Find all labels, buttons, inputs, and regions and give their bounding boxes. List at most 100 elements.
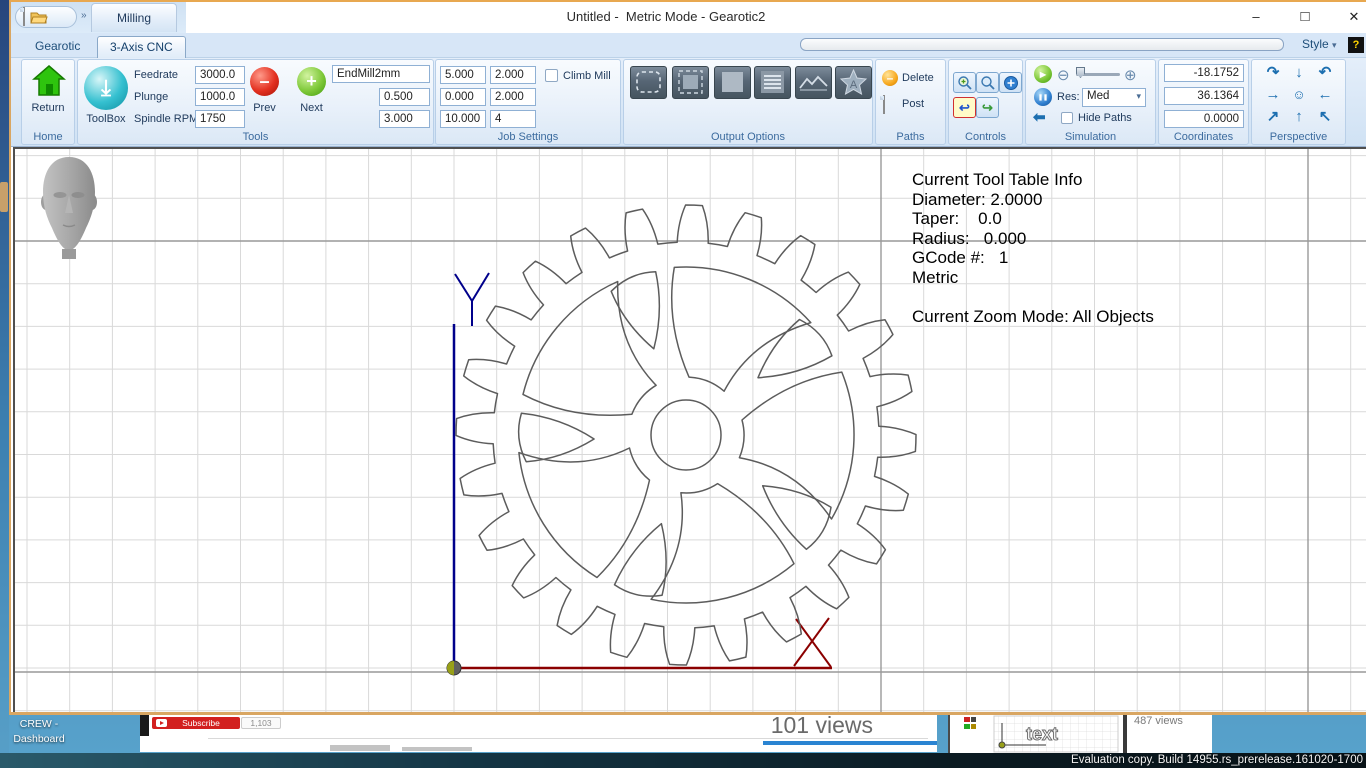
- hide-paths-checkbox[interactable]: [1061, 112, 1073, 124]
- toolbox-label: ToolBox: [78, 113, 134, 125]
- panel-paths: – Delete Post Paths: [875, 59, 946, 145]
- output-solid-region-button[interactable]: [714, 66, 751, 99]
- evaluation-watermark: Evaluation copy. Build 14955.rs_prerelea…: [1071, 753, 1363, 768]
- subscribe-button[interactable]: Subscribe: [152, 717, 240, 729]
- zoom-window-button[interactable]: [976, 72, 999, 93]
- panel-job-settings: Climb Mill Job Settings: [435, 59, 621, 145]
- document-icon: [883, 95, 885, 114]
- desktop-icon-glimpse: [0, 182, 8, 212]
- text-glimpse: [402, 747, 472, 751]
- coordinate-z-field[interactable]: [1164, 110, 1244, 128]
- rotate-ccw-button[interactable]: ↶: [1312, 62, 1338, 84]
- redo-view-button[interactable]: ↪: [976, 97, 999, 118]
- simulation-progress-bar: [800, 38, 1284, 51]
- climb-mill-checkbox[interactable]: [545, 69, 558, 82]
- panel-controls: ↩ ↪ Controls: [948, 59, 1023, 145]
- output-star-text-button[interactable]: A: [835, 66, 872, 99]
- job-value-r1c2[interactable]: [490, 66, 536, 84]
- spindle-rpm-input[interactable]: [195, 110, 245, 128]
- climb-mill-label: Climb Mill: [563, 70, 611, 82]
- desktop-icon-label[interactable]: CREW - Dashboard: [4, 717, 74, 747]
- mini-cad-preview: text: [950, 715, 1120, 753]
- home-icon: [32, 64, 66, 98]
- chevron-down-icon: ▾: [1332, 40, 1337, 50]
- panel-coordinates: Coordinates: [1158, 59, 1249, 145]
- dashed-rounded-square-icon: [631, 67, 666, 98]
- panel-caption-job-settings: Job Settings: [436, 131, 620, 143]
- rotate-cw-button[interactable]: ↷: [1260, 62, 1286, 84]
- job-value-r3c1[interactable]: [440, 110, 486, 128]
- next-tool-button[interactable]: +: [297, 67, 326, 96]
- coordinate-y-field[interactable]: [1164, 87, 1244, 105]
- job-value-r2c1[interactable]: [440, 88, 486, 106]
- titlebar: » Milling Untitled - Metric Mode - Gearo…: [11, 2, 1366, 33]
- pan-right-button[interactable]: →: [1260, 84, 1286, 106]
- tool-value1-input[interactable]: [379, 88, 430, 106]
- tool-name-input[interactable]: [332, 65, 430, 83]
- job-value-r1c1[interactable]: [440, 66, 486, 84]
- feedrate-label: Feedrate: [134, 69, 178, 81]
- help-button[interactable]: ?: [1348, 37, 1364, 53]
- minimize-button[interactable]: –: [1239, 5, 1273, 28]
- pan-left-button[interactable]: ←: [1312, 84, 1338, 106]
- app-title-tab[interactable]: Milling: [91, 3, 177, 32]
- cad-canvas[interactable]: Current Tool Table Info Diameter: 2.0000…: [13, 147, 1366, 712]
- res-label: Res:: [1057, 91, 1080, 103]
- speed-plus-button[interactable]: ⊕: [1124, 66, 1137, 84]
- output-raster-lines-button[interactable]: [754, 66, 791, 99]
- undo-arrow-icon: ↩: [959, 100, 970, 116]
- tool-value2-input[interactable]: [379, 110, 430, 128]
- output-landscape-button[interactable]: [795, 66, 832, 99]
- tilt-down-button[interactable]: ↓: [1286, 62, 1312, 84]
- panel-tools: ⤓ ToolBox Feedrate Plunge Spindle RPM – …: [77, 59, 434, 145]
- job-value-r3c2[interactable]: [490, 110, 536, 128]
- coordinate-x-field[interactable]: [1164, 64, 1244, 82]
- tab-3-axis-cnc[interactable]: 3-Axis CNC: [97, 36, 186, 58]
- maximize-button[interactable]: □: [1288, 5, 1322, 28]
- panel-caption-simulation: Simulation: [1026, 131, 1155, 143]
- plunge-input[interactable]: [195, 88, 245, 106]
- rewind-button[interactable]: ⬅: [1033, 108, 1046, 126]
- return-button[interactable]: [32, 64, 66, 103]
- panel-caption-paths: Paths: [876, 131, 945, 143]
- output-marquee-button[interactable]: [630, 66, 667, 99]
- tilt-up-button[interactable]: ↑: [1286, 106, 1312, 128]
- play-button[interactable]: ▶: [1034, 65, 1052, 83]
- undo-view-button[interactable]: ↩: [953, 97, 976, 118]
- spin-left-button[interactable]: ↖: [1312, 106, 1338, 128]
- speed-slider-thumb[interactable]: [1076, 67, 1085, 78]
- panel-caption-tools: Tools: [78, 131, 433, 143]
- output-frame-button[interactable]: [672, 66, 709, 99]
- new-file-icon[interactable]: [23, 8, 25, 26]
- job-value-r2c2[interactable]: [490, 88, 536, 106]
- return-label: Return: [22, 102, 74, 114]
- zoom-in-button[interactable]: [953, 72, 976, 93]
- open-file-icon[interactable]: [30, 10, 48, 24]
- style-dropdown[interactable]: Style ▾: [1302, 37, 1337, 51]
- panel-caption-coordinates: Coordinates: [1159, 131, 1248, 143]
- panel-caption-controls: Controls: [949, 131, 1022, 143]
- window-edge: [1123, 715, 1127, 753]
- background-app-window: text 487 views: [948, 715, 1212, 753]
- horizontal-lines-icon: [755, 67, 790, 98]
- post-button[interactable]: [883, 96, 885, 114]
- delete-paths-button[interactable]: –: [882, 70, 898, 86]
- prev-tool-button[interactable]: –: [250, 67, 279, 96]
- magnifier-icon: [980, 75, 996, 91]
- resolution-dropdown[interactable]: Med ▾: [1082, 88, 1146, 107]
- pause-button[interactable]: ❚❚: [1034, 88, 1052, 106]
- tab-gearotic[interactable]: Gearotic: [23, 36, 92, 58]
- reset-view-smiley-button[interactable]: ☺: [1286, 84, 1312, 106]
- qat-overflow-chevron[interactable]: »: [81, 10, 87, 21]
- panel-output-options: A Output Options: [623, 59, 873, 145]
- tool-info-overlay: Current Tool Table Info Diameter: 2.0000…: [912, 170, 1154, 326]
- close-button[interactable]: ✕: [1337, 5, 1366, 28]
- feedrate-input[interactable]: [195, 66, 245, 84]
- zoom-all-button[interactable]: [999, 72, 1022, 93]
- speed-minus-button[interactable]: ⊖: [1057, 66, 1070, 84]
- toolbox-button[interactable]: ⤓: [84, 66, 128, 110]
- landscape-icon: [796, 67, 831, 98]
- view-count-small: 487 views: [1134, 715, 1183, 727]
- youtube-play-icon: [156, 719, 167, 727]
- spin-right-button[interactable]: ↗: [1260, 106, 1286, 128]
